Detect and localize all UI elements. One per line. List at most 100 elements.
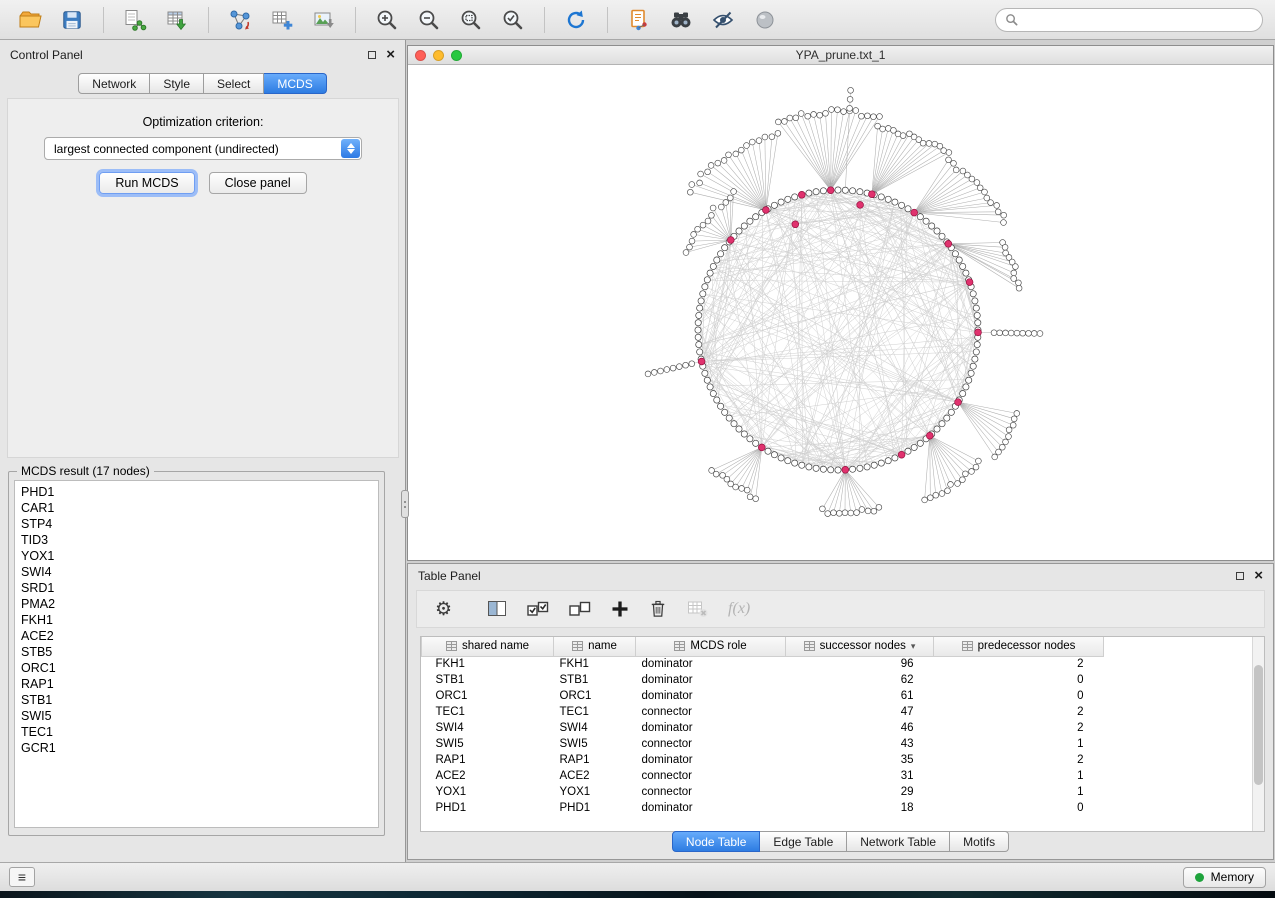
- export-image-button[interactable]: [306, 4, 342, 36]
- mcds-result-list[interactable]: PHD1CAR1STP4TID3YOX1SWI4SRD1PMA2FKH1ACE2…: [14, 480, 379, 828]
- column-header-mcds-role[interactable]: MCDS role: [636, 637, 786, 656]
- open-session-button[interactable]: [12, 4, 48, 36]
- panel-splitter-handle[interactable]: [401, 490, 409, 518]
- tab-network-table[interactable]: Network Table: [847, 831, 950, 852]
- column-visibility-icon[interactable]: [486, 598, 508, 620]
- toolbar-separator: [544, 7, 545, 33]
- mcds-result-group: MCDS result (17 nodes) PHD1CAR1STP4TID3Y…: [8, 464, 385, 836]
- tab-mcds[interactable]: MCDS: [264, 73, 326, 94]
- column-grid-icon: [804, 641, 815, 651]
- new-network-button[interactable]: [222, 4, 258, 36]
- network-window-titlebar[interactable]: YPA_prune.txt_1: [408, 46, 1273, 65]
- table-row[interactable]: FKH1 FKH1 dominator 96 2: [422, 656, 1104, 672]
- close-panel-button[interactable]: ×: [386, 50, 395, 60]
- column-header-name[interactable]: name: [554, 637, 636, 656]
- list-item[interactable]: PMA2: [21, 596, 372, 612]
- node-table-body: FKH1 FKH1 dominator 96 2 STB1 STB1 domin…: [422, 656, 1104, 816]
- tab-select[interactable]: Select: [204, 73, 264, 94]
- close-panel-button-2[interactable]: Close panel: [209, 172, 307, 194]
- tab-style[interactable]: Style: [150, 73, 204, 94]
- list-item[interactable]: TID3: [21, 532, 372, 548]
- list-item[interactable]: RAP1: [21, 676, 372, 692]
- import-network-button[interactable]: [117, 4, 153, 36]
- table-scrollbar-thumb[interactable]: [1254, 665, 1263, 785]
- tab-motifs[interactable]: Motifs: [950, 831, 1009, 852]
- save-session-button[interactable]: [54, 4, 90, 36]
- table-toolbar: ⚙ f(x): [416, 590, 1265, 628]
- zoom-selected-button[interactable]: [495, 4, 531, 36]
- list-item[interactable]: STB1: [21, 692, 372, 708]
- control-panel-header: Control Panel ×: [0, 40, 405, 70]
- column-header-predecessor-nodes[interactable]: predecessor nodes: [934, 637, 1104, 656]
- tab-edge-table[interactable]: Edge Table: [760, 831, 847, 852]
- column-grid-icon: [962, 641, 973, 651]
- table-row[interactable]: ACE2 ACE2 connector 31 1: [422, 768, 1104, 784]
- table-row[interactable]: ORC1 ORC1 dominator 61 0: [422, 688, 1104, 704]
- list-item[interactable]: YOX1: [21, 548, 372, 564]
- table-row[interactable]: YOX1 YOX1 connector 29 1: [422, 784, 1104, 800]
- table-row[interactable]: STB1 STB1 dominator 62 0: [422, 672, 1104, 688]
- hide-details-button[interactable]: [705, 4, 741, 36]
- list-item[interactable]: ORC1: [21, 660, 372, 676]
- memory-button[interactable]: Memory: [1183, 867, 1266, 888]
- binoculars-icon: [669, 8, 693, 32]
- search-input[interactable]: [1024, 13, 1253, 27]
- list-item[interactable]: STB5: [21, 644, 372, 660]
- floppy-icon: [61, 9, 83, 31]
- column-grid-icon: [446, 641, 457, 651]
- table-settings-gear-icon[interactable]: ⚙: [435, 600, 452, 619]
- close-table-panel-button[interactable]: ×: [1254, 571, 1263, 581]
- share-document-button[interactable]: [621, 4, 657, 36]
- zoom-fit-icon: [459, 8, 483, 32]
- zoom-in-button[interactable]: [369, 4, 405, 36]
- float-panel-button[interactable]: [368, 51, 376, 59]
- criterion-dropdown[interactable]: largest connected component (undirected): [44, 137, 362, 160]
- list-item[interactable]: ACE2: [21, 628, 372, 644]
- status-bar: ≡ Memory: [0, 862, 1275, 891]
- search-box[interactable]: [995, 8, 1263, 32]
- list-item[interactable]: SRD1: [21, 580, 372, 596]
- table-panel: Table Panel × ⚙ f(x) shared name na: [407, 563, 1274, 860]
- zoom-fit-button[interactable]: [453, 4, 489, 36]
- list-item[interactable]: TEC1: [21, 724, 372, 740]
- table-scrollbar[interactable]: [1252, 637, 1264, 831]
- refresh-button[interactable]: [558, 4, 594, 36]
- network-icon: [228, 8, 252, 32]
- deselect-all-rows-icon[interactable]: [568, 598, 592, 620]
- list-item[interactable]: CAR1: [21, 500, 372, 516]
- find-button[interactable]: [663, 4, 699, 36]
- maximize-window-button[interactable]: [451, 50, 462, 61]
- minimize-window-button[interactable]: [433, 50, 444, 61]
- float-table-panel-button[interactable]: [1236, 572, 1244, 580]
- column-header-shared-name[interactable]: shared name: [422, 637, 554, 656]
- toolbar-separator: [355, 7, 356, 33]
- table-row[interactable]: SWI5 SWI5 connector 43 1: [422, 736, 1104, 752]
- close-window-button[interactable]: [415, 50, 426, 61]
- network-canvas[interactable]: [408, 65, 1273, 560]
- list-item[interactable]: PHD1: [21, 484, 372, 500]
- eye-slash-icon: [711, 8, 735, 32]
- table-row[interactable]: SWI4 SWI4 dominator 46 2: [422, 720, 1104, 736]
- zoom-out-button[interactable]: [411, 4, 447, 36]
- show-details-button[interactable]: [747, 4, 783, 36]
- list-item[interactable]: GCR1: [21, 740, 372, 756]
- list-item[interactable]: FKH1: [21, 612, 372, 628]
- import-table-button[interactable]: [159, 4, 195, 36]
- list-item[interactable]: SWI5: [21, 708, 372, 724]
- table-row[interactable]: RAP1 RAP1 dominator 35 2: [422, 752, 1104, 768]
- task-history-button[interactable]: ≡: [9, 867, 35, 887]
- add-column-icon[interactable]: [610, 599, 630, 619]
- run-mcds-button[interactable]: Run MCDS: [99, 172, 194, 194]
- tab-network[interactable]: Network: [78, 73, 150, 94]
- table-panel-header: Table Panel ×: [408, 564, 1273, 588]
- column-header-successor-nodes[interactable]: successor nodes▾: [786, 637, 934, 656]
- tab-node-table[interactable]: Node Table: [672, 831, 761, 852]
- mcds-tab-content: Optimization criterion: largest connecte…: [7, 98, 399, 458]
- new-table-button[interactable]: [264, 4, 300, 36]
- delete-column-icon[interactable]: [648, 598, 668, 620]
- list-item[interactable]: STP4: [21, 516, 372, 532]
- select-all-rows-icon[interactable]: [526, 598, 550, 620]
- list-item[interactable]: SWI4: [21, 564, 372, 580]
- table-row[interactable]: PHD1 PHD1 dominator 18 0: [422, 800, 1104, 816]
- table-row[interactable]: TEC1 TEC1 connector 47 2: [422, 704, 1104, 720]
